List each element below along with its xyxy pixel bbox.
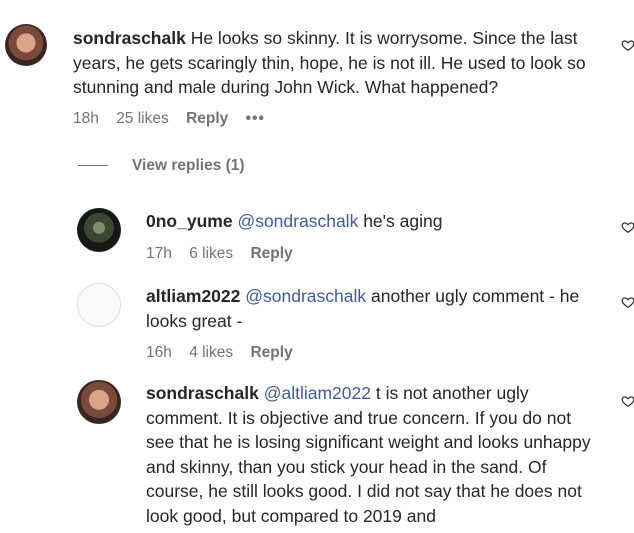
likes-count[interactable]: 25 likes	[116, 110, 169, 127]
timestamp[interactable]: 18h	[73, 110, 99, 127]
comment-body: 0no_yume @sondraschalk he's aging	[146, 209, 606, 234]
avatar[interactable]	[77, 283, 121, 327]
timestamp[interactable]: 16h	[146, 344, 172, 361]
view-replies-button[interactable]: View replies (1)	[78, 157, 245, 175]
comment-body: sondraschalk He looks so skinny. It is w…	[73, 26, 608, 100]
reply-button[interactable]: Reply	[186, 110, 228, 127]
comment-body: altliam2022 @sondraschalk another ugly c…	[146, 284, 606, 333]
likes-count[interactable]: 4 likes	[189, 344, 233, 361]
divider-line	[78, 165, 108, 167]
heart-icon[interactable]	[621, 38, 634, 52]
mention-link[interactable]: @sondraschalk	[245, 286, 366, 306]
comment-meta: 16h 4 likes Reply	[146, 344, 306, 362]
comment-meta: 18h 25 likes Reply •••	[73, 110, 278, 128]
username[interactable]: sondraschalk	[146, 383, 259, 403]
avatar[interactable]	[77, 208, 121, 252]
username[interactable]: altliam2022	[146, 286, 240, 306]
comment-text: t is not another ugly comment. It is obj…	[146, 383, 591, 526]
heart-icon[interactable]	[621, 295, 634, 309]
comment-text: he's aging	[363, 211, 443, 231]
heart-icon[interactable]	[621, 394, 634, 408]
view-replies-label: View replies (1)	[132, 157, 245, 174]
username[interactable]: sondraschalk	[73, 28, 186, 48]
mention-link[interactable]: @sondraschalk	[237, 211, 358, 231]
comment-meta: 17h 6 likes Reply	[146, 245, 306, 263]
reply-button[interactable]: Reply	[250, 344, 292, 361]
reply-button[interactable]: Reply	[250, 245, 292, 262]
timestamp[interactable]: 17h	[146, 245, 172, 262]
heart-icon[interactable]	[621, 220, 634, 234]
avatar[interactable]	[5, 24, 47, 66]
username[interactable]: 0no_yume	[146, 211, 233, 231]
mention-link[interactable]: @altliam2022	[264, 383, 371, 403]
more-options-icon[interactable]: •••	[246, 110, 265, 127]
likes-count[interactable]: 6 likes	[189, 245, 233, 262]
comment-body: sondraschalk @altliam2022 t is not anoth…	[146, 381, 601, 528]
avatar[interactable]	[77, 380, 121, 424]
